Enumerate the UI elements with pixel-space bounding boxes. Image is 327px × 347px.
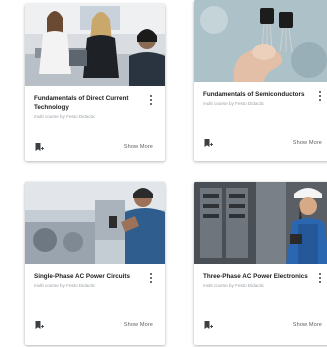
more-vert-icon[interactable]: [149, 95, 152, 105]
more-vert-icon[interactable]: [149, 273, 152, 283]
course-title[interactable]: Three-Phase AC Power Electronics: [203, 272, 311, 281]
show-more-button[interactable]: Show More: [293, 140, 322, 146]
course-thumbnail[interactable]: [194, 182, 327, 264]
course-card[interactable]: Single-Phase AC Power Circuits multi cou…: [25, 182, 165, 345]
more-vert-icon[interactable]: [318, 91, 321, 101]
bookmark-add-icon[interactable]: [34, 320, 44, 330]
engineer-machine-image: [25, 182, 165, 264]
course-thumbnail[interactable]: [25, 182, 165, 264]
lab-students-image: [25, 4, 165, 86]
course-card[interactable]: Fundamentals of Semiconductors multi cou…: [194, 0, 327, 161]
course-card[interactable]: Fundamentals of Direct Current Technolog…: [25, 4, 165, 161]
more-vert-icon[interactable]: [318, 273, 321, 283]
show-more-button[interactable]: Show More: [124, 322, 153, 328]
course-card[interactable]: Three-Phase AC Power Electronics multi c…: [194, 182, 327, 345]
course-title[interactable]: Fundamentals of Semiconductors: [203, 90, 311, 99]
course-subtitle: multi course by Festo Didactic: [34, 114, 96, 119]
transistors-image: [194, 0, 327, 82]
bookmark-add-icon[interactable]: [203, 138, 213, 148]
course-subtitle: multi course by Festo Didactic: [203, 283, 265, 288]
course-title[interactable]: Fundamentals of Direct Current Technolog…: [34, 94, 142, 112]
show-more-button[interactable]: Show More: [293, 322, 322, 328]
course-subtitle: multi course by Festo Didactic: [34, 283, 96, 288]
bookmark-add-icon[interactable]: [34, 142, 44, 152]
control-cabinet-worker-image: [194, 182, 327, 264]
bookmark-add-icon[interactable]: [203, 320, 213, 330]
course-subtitle: multi course by Festo Didactic: [203, 101, 265, 106]
show-more-button[interactable]: Show More: [124, 144, 153, 150]
course-thumbnail[interactable]: [25, 4, 165, 86]
course-thumbnail[interactable]: [194, 0, 327, 82]
course-title[interactable]: Single-Phase AC Power Circuits: [34, 272, 142, 281]
